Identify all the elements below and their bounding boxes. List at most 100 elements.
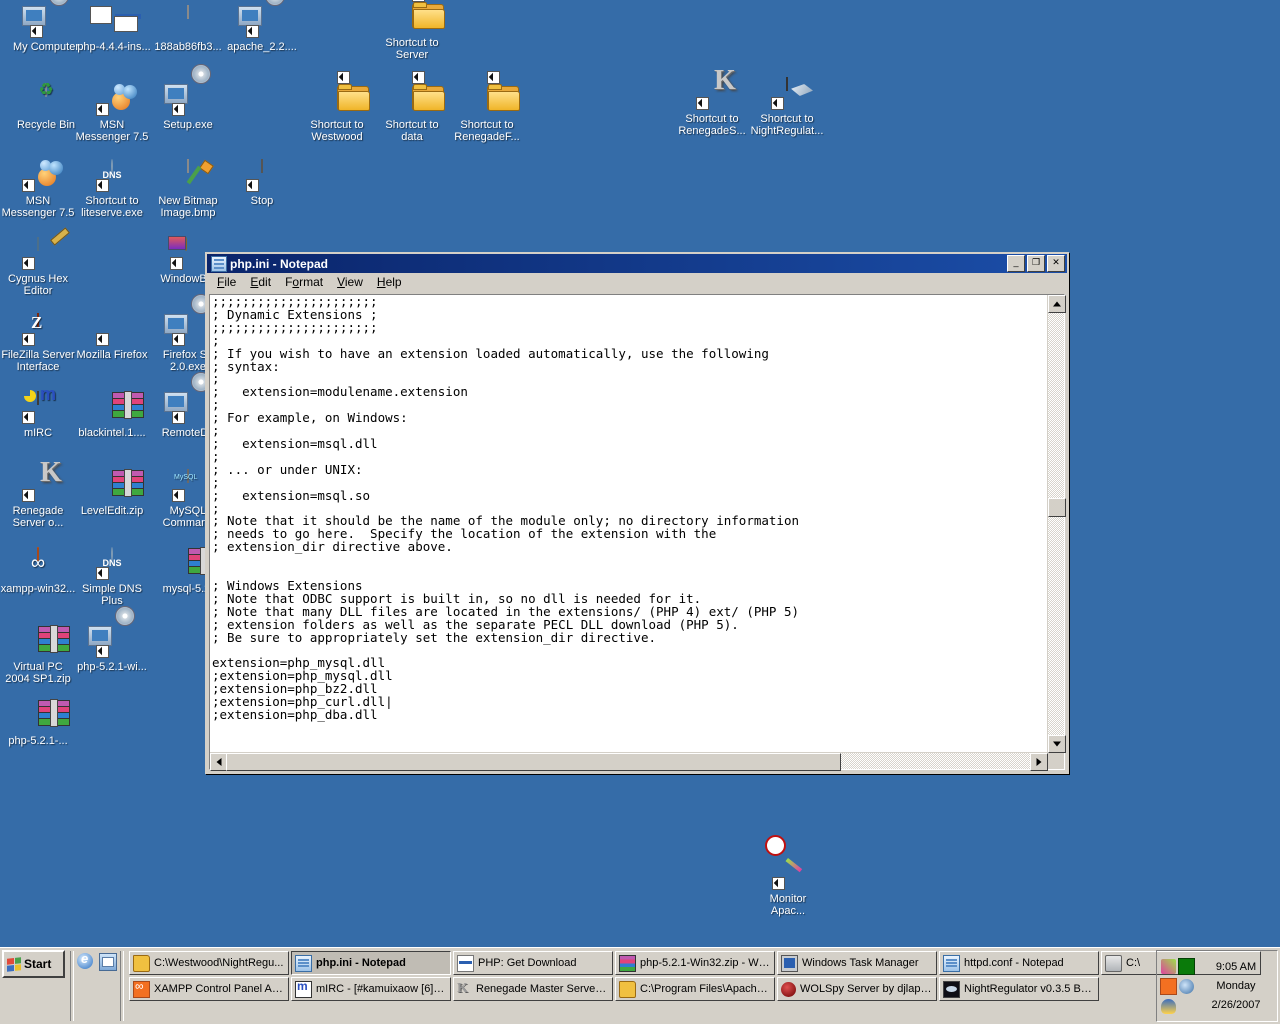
desktop-item-folder-shortcut[interactable]: Shortcut to data (374, 71, 450, 143)
desktop-item-label: Stop (250, 195, 274, 207)
taskbar-button[interactable]: php.ini - Notepad (291, 951, 451, 975)
desktop-item-folder-shortcut[interactable]: Shortcut to Westwood (299, 71, 375, 143)
start-button[interactable]: Start (2, 950, 65, 978)
desktop-item-firefox[interactable]: Mozilla Firefox (74, 314, 150, 361)
taskbar-button[interactable]: WOLSpy Server by djlaptop (777, 977, 937, 1001)
desktop-item-renegade-server[interactable]: Renegade Server o... (0, 470, 76, 529)
menu-bar[interactable]: File Edit Format View Help (207, 273, 1067, 292)
desktop-item-php-installer[interactable]: php-4.4.4-ins... (76, 6, 152, 53)
desktop-item-mirc[interactable]: mIRC (0, 391, 76, 439)
desktop-item-folder-shortcut[interactable]: Shortcut to RenegadeF... (449, 71, 525, 143)
taskbar-button[interactable]: K Renegade Master Server ... (453, 977, 613, 1001)
media-player-tray-icon[interactable] (1160, 958, 1176, 974)
menu-item-view[interactable]: View (330, 274, 370, 291)
scroll-up-button[interactable] (1048, 295, 1066, 313)
volume-tray-icon[interactable] (1178, 978, 1194, 994)
menu-item-format[interactable]: Format (278, 274, 330, 291)
quick-launch-bar[interactable] (77, 948, 117, 1024)
apache-installer-icon (238, 0, 285, 38)
taskbar-button[interactable]: httpd.conf - Notepad (939, 951, 1099, 975)
desktop-item-bitmap-image[interactable]: New Bitmap Image.bmp (150, 159, 226, 219)
clock[interactable]: 9:05 AM Monday 2/26/2007 (1197, 958, 1275, 1015)
desktop-item-zip-archive[interactable]: php-5.2.1-... (0, 699, 76, 747)
minimize-button[interactable]: _ (1007, 255, 1025, 272)
zip-archive-icon (96, 469, 144, 502)
desktop-item-zip-archive[interactable]: Virtual PC 2004 SP1.zip (0, 625, 76, 685)
vertical-scrollbar[interactable] (1047, 295, 1066, 753)
taskbar-button-label: mIRC - [#kamuixaow [6] [... (316, 983, 447, 995)
taskbar-button[interactable]: XAMPP Control Panel Ap... (129, 977, 289, 1001)
taskbar-button-label: NightRegulator v0.3.5 BE... (964, 983, 1095, 995)
vertical-scroll-track[interactable] (1048, 311, 1064, 737)
taskbar-button[interactable]: mIRC - [#kamuixaow [6] [... (291, 977, 451, 1001)
zip-archive-icon (22, 699, 70, 732)
desktop-item-label: My Computer (12, 41, 80, 53)
image-file-icon (172, 5, 204, 38)
taskbar-button[interactable]: Windows Task Manager (777, 951, 937, 975)
desktop-item-my-computer[interactable]: My Computer (8, 0, 84, 53)
taskbar-button[interactable]: C:\Program Files\Apache ... (615, 977, 775, 1001)
taskbar-button[interactable]: NightRegulator v0.3.5 BE... (939, 977, 1099, 1001)
internet-explorer-icon (457, 954, 474, 972)
desktop-item-msn-messenger[interactable]: MSN Messenger 7.5 (0, 160, 76, 219)
editor-body[interactable]: ;;;;;;;;;;;;;;;;;;;;;; ; Dynamic Extensi… (209, 294, 1066, 771)
desktop-item-apache-installer[interactable]: apache_2.2.... (224, 0, 300, 53)
system-tray[interactable]: 9:05 AM Monday 2/26/2007 (1156, 950, 1278, 1022)
network-activity-tray-icon[interactable] (1177, 957, 1195, 975)
close-button[interactable]: ✕ (1047, 255, 1065, 272)
desktop-item-stop-shortcut[interactable]: Stop (224, 159, 300, 207)
taskbar[interactable]: Start C:\Westwood\NightRegu... XAMPP Cont… (0, 947, 1280, 1024)
window-title-bar[interactable]: php.ini - Notepad _ ❐ ✕ (207, 254, 1067, 273)
desktop-item-msn-messenger[interactable]: MSN Messenger 7.5 (74, 84, 150, 143)
simple-dns-plus-icon (96, 547, 128, 580)
desktop-item-recycle-bin[interactable]: Recycle Bin (8, 83, 84, 131)
menu-item-help[interactable]: Help (370, 274, 409, 291)
desktop-item-xampp[interactable]: xampp-win32... (0, 547, 76, 595)
desktop-item-zip-archive[interactable]: blackintel.1.... (74, 391, 150, 439)
desktop-item-filezilla-server[interactable]: FileZilla Server Interface (0, 313, 76, 373)
desktop-item-php-installer[interactable]: php-5.2.1-wi... (74, 606, 150, 673)
nightregulator-icon (943, 980, 960, 998)
tray-icon-group[interactable] (1159, 956, 1195, 1016)
menu-item-edit[interactable]: Edit (243, 274, 278, 291)
taskbar-button[interactable]: C:\Westwood\NightRegu... (129, 951, 289, 975)
maximize-button[interactable]: ❐ (1027, 255, 1045, 272)
scroll-down-button[interactable] (1048, 735, 1066, 753)
desktop-item-nightregulator-shortcut[interactable]: Shortcut to NightRegulat... (749, 77, 825, 137)
horizontal-scroll-thumb[interactable] (226, 753, 841, 771)
desktop-item-image-file[interactable]: 188ab86fb3... (150, 5, 226, 53)
desktop-item-label: Shortcut to Server (385, 37, 439, 61)
scroll-right-button[interactable] (1030, 753, 1048, 771)
desktop-item-monitor-apache[interactable]: Monitor Apac... (750, 835, 826, 917)
taskbar-button[interactable]: php-5.2.1-Win32.zip - Win... (615, 951, 775, 975)
internet-explorer-icon[interactable] (77, 951, 93, 969)
notepad-icon (295, 954, 312, 972)
horizontal-scrollbar[interactable] (210, 752, 1048, 771)
desktop-item-label: php-5.2.1-... (8, 735, 68, 747)
notepad-icon (943, 954, 960, 972)
notepad-window[interactable]: php.ini - Notepad _ ❐ ✕ File Edit Format Vi… (205, 252, 1069, 774)
desktop-item-setup-exe[interactable]: Setup.exe (150, 64, 226, 131)
renegade-server-icon (22, 470, 54, 502)
mysql-command-icon (172, 469, 204, 502)
menu-item-file[interactable]: File (210, 274, 243, 291)
vertical-scroll-thumb[interactable] (1048, 498, 1066, 517)
desktop-item-zip-archive[interactable]: LevelEdit.zip (74, 469, 150, 517)
desktop-item-folder-shortcut[interactable]: Shortcut to Server (374, 0, 450, 61)
taskbar-button[interactable]: PHP: Get Download (453, 951, 613, 975)
desktop-item-simple-dns-plus[interactable]: Simple DNS Plus (74, 547, 150, 607)
desktop-item-label: mIRC (23, 427, 53, 439)
liteserve-tray-icon[interactable] (1160, 998, 1176, 1014)
taskbar-button-label: C:\ (1126, 957, 1141, 969)
task-button-list[interactable]: C:\Westwood\NightRegu... XAMPP Control Pa… (127, 948, 1261, 1024)
desktop-item-label: LevelEdit.zip (80, 505, 144, 517)
desktop-item-renegade-server-shortcut[interactable]: Shortcut to RenegadeS... (674, 78, 750, 137)
liteserve-shortcut-icon (96, 159, 128, 192)
xampp-tray-icon[interactable] (1159, 977, 1177, 995)
desktop-item-liteserve-shortcut[interactable]: Shortcut to liteserve.exe (74, 159, 150, 219)
text-area[interactable]: ;;;;;;;;;;;;;;;;;;;;;; ; Dynamic Extensi… (212, 296, 1046, 751)
desktop-item-cygnus-hex-editor[interactable]: Cygnus Hex Editor (0, 237, 76, 297)
desktop-item-label: Shortcut to Westwood (310, 119, 364, 143)
outlook-express-icon[interactable] (99, 953, 117, 971)
bitmap-image-icon (172, 159, 204, 192)
